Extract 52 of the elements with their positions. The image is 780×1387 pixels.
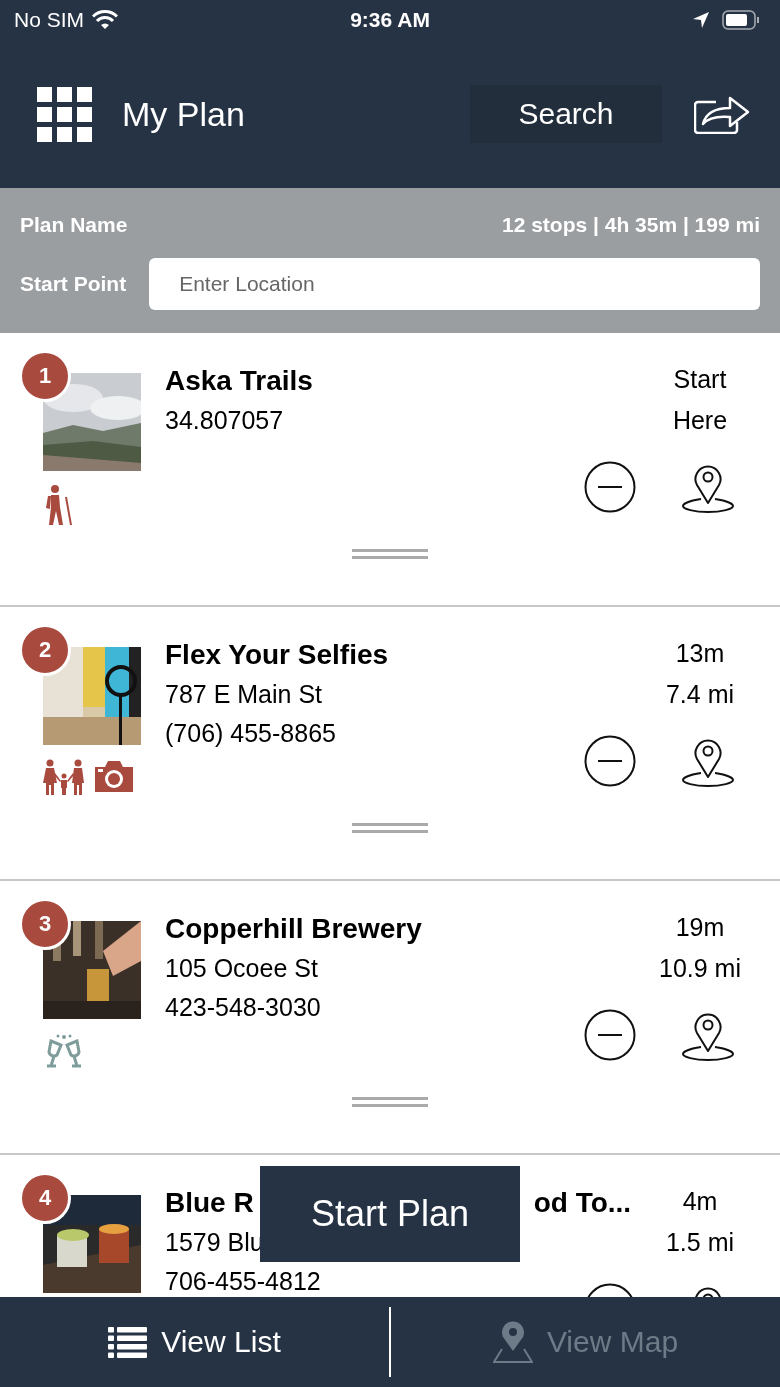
plan-summary: 12 stops | 4h 35m | 199 mi bbox=[501, 213, 760, 237]
drag-handle-icon[interactable] bbox=[352, 549, 428, 559]
map-pin-icon bbox=[492, 1321, 533, 1363]
screen-title: My Plan bbox=[122, 94, 245, 134]
carrier-label: No SIM bbox=[14, 8, 84, 32]
location-arrow-icon bbox=[692, 11, 710, 29]
stop-detail: (706) 455-8865 bbox=[165, 718, 337, 749]
apps-grid-icon[interactable] bbox=[37, 86, 92, 142]
minus-circle-icon bbox=[584, 461, 636, 513]
family-icon bbox=[43, 759, 85, 795]
minus-circle-icon bbox=[584, 1009, 636, 1061]
view-tab[interactable]: View List bbox=[0, 1297, 389, 1387]
stop-number-badge: 3 bbox=[19, 898, 71, 950]
stop-title: Blue R bbox=[165, 1186, 254, 1220]
minus-circle-icon bbox=[584, 735, 636, 787]
travel-info: 19m bbox=[674, 912, 726, 943]
list-icon bbox=[108, 1326, 148, 1358]
wifi-icon bbox=[92, 10, 118, 30]
travel-info: 1.5 mi bbox=[664, 1227, 736, 1258]
clock-time: 9:36 AM bbox=[350, 8, 430, 31]
remove-stop-button[interactable] bbox=[584, 735, 636, 787]
stop-detail: 105 Ocoee St bbox=[165, 953, 319, 984]
travel-info: 13m bbox=[674, 638, 726, 669]
stop-number-badge: 1 bbox=[19, 350, 71, 402]
travel-info: 7.4 mi bbox=[664, 679, 736, 710]
drag-handle-icon[interactable] bbox=[352, 823, 428, 833]
stop-title: Copperhill Brewery bbox=[165, 912, 422, 946]
stop-detail: 706-455-4812 bbox=[165, 1266, 322, 1297]
drag-handle-icon[interactable] bbox=[352, 1097, 428, 1107]
battery-icon bbox=[722, 10, 760, 30]
stop-number-badge: 4 bbox=[19, 1172, 71, 1224]
location-field[interactable]: Enter Location bbox=[149, 258, 760, 310]
travel-info: Here bbox=[671, 405, 729, 436]
start-point-label: Start Point bbox=[20, 272, 127, 296]
stop-title: Flex Your Selfies bbox=[165, 638, 389, 672]
stop-detail: 423-548-3030 bbox=[165, 992, 322, 1023]
hiker-icon bbox=[43, 485, 73, 525]
plan-name-label: Plan Name bbox=[20, 213, 128, 237]
remove-stop-button[interactable] bbox=[584, 461, 636, 513]
share-icon[interactable] bbox=[694, 94, 750, 134]
start-plan-button[interactable]: Start Plan bbox=[260, 1166, 520, 1262]
travel-info: 10.9 mi bbox=[658, 953, 742, 984]
camera-icon bbox=[93, 759, 135, 793]
travel-info: Start bbox=[672, 364, 728, 395]
stop-title: od To... bbox=[533, 1186, 632, 1220]
stop-detail: 787 E Main St bbox=[165, 679, 324, 710]
stop-title: Aska Trails bbox=[165, 364, 313, 398]
stop-detail: 34.807057 bbox=[165, 405, 285, 436]
remove-stop-button[interactable] bbox=[584, 1009, 636, 1061]
search-button[interactable]: Search bbox=[470, 85, 662, 143]
travel-info: 4m bbox=[681, 1186, 719, 1217]
stop-number-badge: 2 bbox=[19, 624, 71, 676]
